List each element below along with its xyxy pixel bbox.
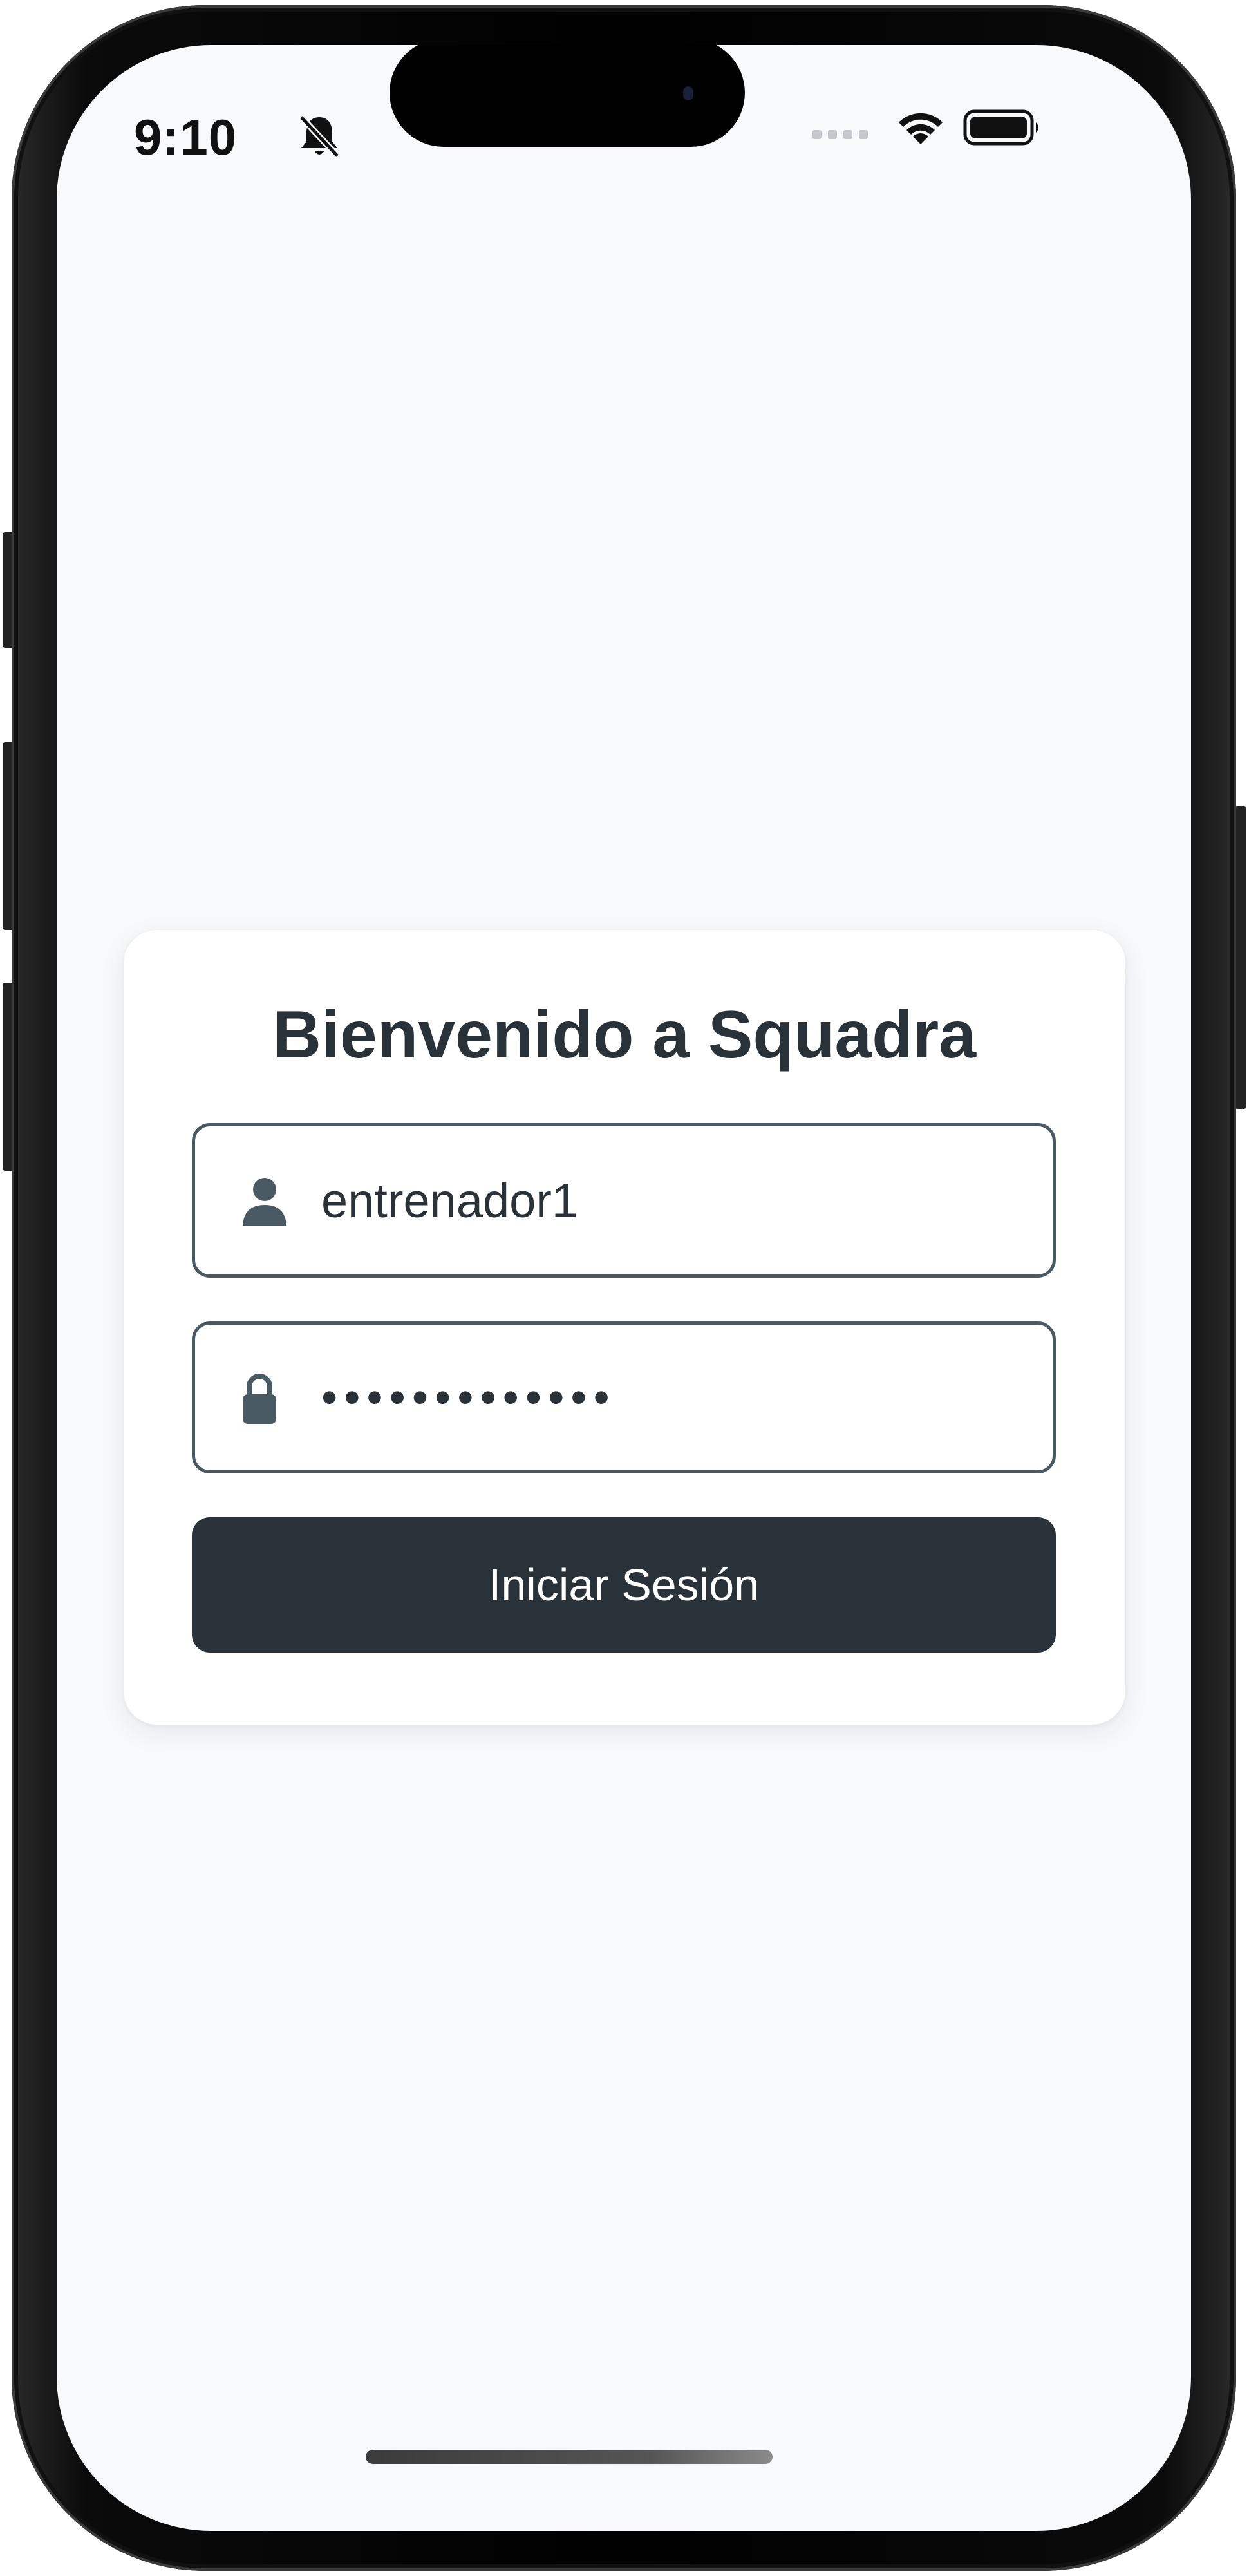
username-field[interactable] bbox=[192, 1123, 1056, 1278]
wifi-icon bbox=[899, 113, 943, 144]
camera-dot bbox=[683, 86, 693, 100]
lock-icon bbox=[243, 1374, 276, 1424]
password-input[interactable] bbox=[321, 1325, 1017, 1470]
status-bar: 9:10 bbox=[57, 45, 1191, 206]
dynamic-island bbox=[390, 45, 745, 147]
bell-slash-icon bbox=[299, 115, 340, 158]
password-field[interactable] bbox=[192, 1321, 1056, 1473]
power-button bbox=[1235, 806, 1246, 1109]
status-time: 9:10 bbox=[134, 109, 238, 166]
login-card: Bienvenido a Squadra Iniciar Sesión bbox=[124, 930, 1125, 1725]
username-input[interactable] bbox=[321, 1126, 1017, 1274]
cellular-signal-icon bbox=[812, 130, 868, 139]
user-icon bbox=[243, 1178, 286, 1226]
login-title: Bienvenido a Squadra bbox=[272, 998, 977, 1072]
battery-icon bbox=[963, 109, 1038, 146]
login-button[interactable]: Iniciar Sesión bbox=[192, 1517, 1056, 1653]
home-indicator bbox=[366, 2450, 773, 2464]
phone-screen: 9:10 Bienvenido a Squadra entrenador1 In… bbox=[57, 45, 1191, 2531]
